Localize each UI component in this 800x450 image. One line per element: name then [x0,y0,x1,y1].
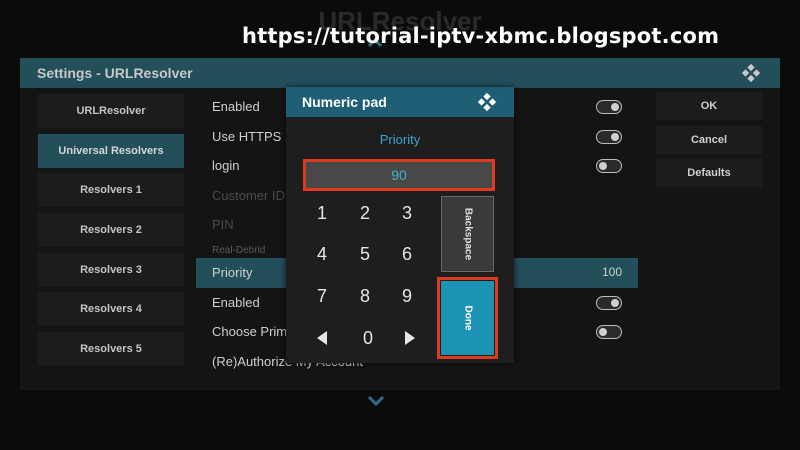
watermark-url: https://tutorial-iptv-xbmc.blogspot.com [242,24,720,48]
arrow-left-icon [317,331,327,345]
key-6[interactable]: 6 [387,236,427,272]
setting-label: Customer ID [212,187,285,203]
setting-label: Priority [212,264,253,280]
category-resolvers-3[interactable]: Resolvers 3 [38,252,184,287]
backspace-button[interactable]: Backspace [441,196,494,272]
section-label: Real-Debrid [212,244,266,256]
key-5[interactable]: 5 [345,236,385,272]
numeric-pad-label: Priority [379,132,421,147]
settings-header: Settings - URLResolver [20,58,780,88]
kodi-logo-icon [477,92,497,112]
ok-button[interactable]: OK [656,92,762,120]
setting-label: Enabled [212,294,260,310]
key-7[interactable]: 7 [302,278,342,314]
numeric-pad-header: Numeric pad [286,87,514,117]
key-4[interactable]: 4 [302,236,342,272]
priority-value: 100 [601,264,622,279]
category-universal-resolvers[interactable]: Universal Resolvers [38,133,184,168]
key-3[interactable]: 3 [387,195,427,231]
category-resolvers-2[interactable]: Resolvers 2 [38,213,184,248]
category-urlresolver[interactable]: URLResolver [38,94,184,128]
numeric-pad-dialog: Numeric pad Priority 90 1 2 3 4 5 6 7 8 … [286,87,514,363]
key-8[interactable]: 8 [345,278,385,314]
arrow-right-icon [405,331,415,345]
cancel-button[interactable]: Cancel [656,125,762,154]
setting-label: PIN [212,217,234,233]
key-1[interactable]: 1 [302,195,342,231]
backspace-label: Backspace [462,207,473,261]
setting-label: Enabled [212,99,260,114]
setting-label: login [212,158,240,174]
setting-label: Use HTTPS [212,128,282,144]
cursor-left-key[interactable] [302,320,342,356]
toggle-login[interactable] [596,159,622,174]
settings-title: Settings - URLResolver [37,65,193,81]
toggle-enabled[interactable] [596,100,622,114]
key-2[interactable]: 2 [345,195,385,231]
toggle-choose-primary[interactable] [596,325,622,340]
input-highlight-box [303,159,495,191]
toggle-enabled-rd[interactable] [596,295,622,310]
category-list: URLResolver Universal Resolvers Resolver… [38,94,184,372]
category-resolvers-4[interactable]: Resolvers 4 [38,292,184,327]
kodi-logo-icon [741,63,761,83]
scroll-down-icon[interactable] [366,393,386,409]
toggle-use-https[interactable] [596,129,622,144]
done-highlight-box [437,277,498,359]
cursor-right-key[interactable] [390,320,430,356]
category-resolvers-5[interactable]: Resolvers 5 [38,332,184,367]
defaults-button[interactable]: Defaults [656,159,762,187]
key-0[interactable]: 0 [348,320,388,356]
numeric-pad-title: Numeric pad [302,94,387,110]
dialog-buttons: OK Cancel Defaults [656,92,762,193]
category-resolvers-1[interactable]: Resolvers 1 [38,173,184,208]
key-9[interactable]: 9 [387,278,427,314]
